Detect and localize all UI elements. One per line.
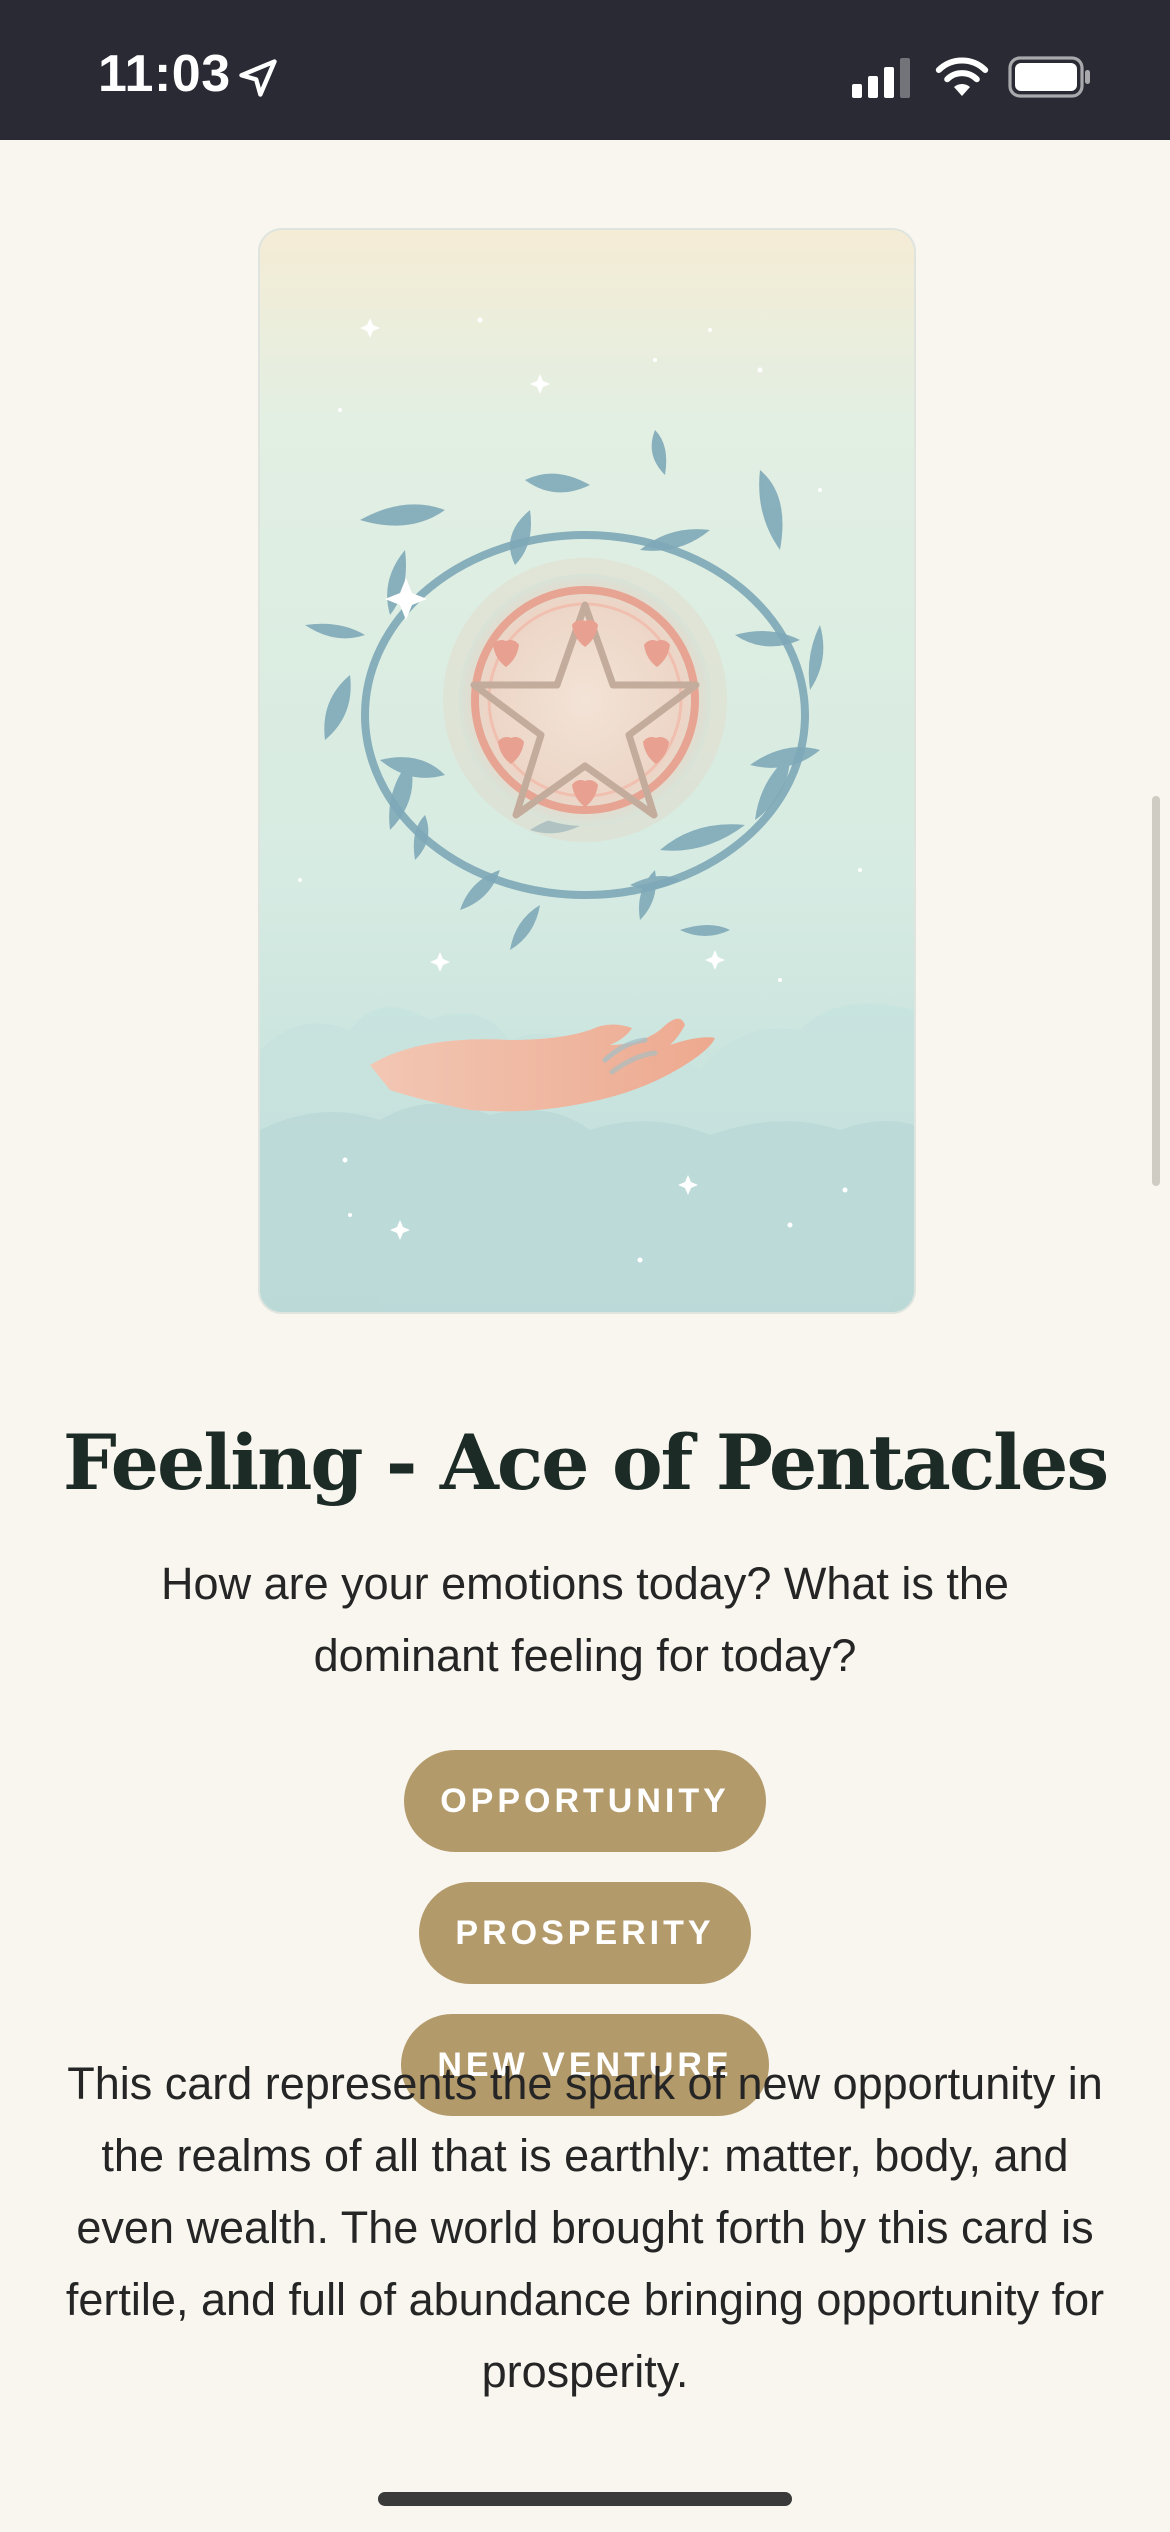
tarot-card-image bbox=[258, 228, 916, 1314]
status-time: 11:03 bbox=[98, 45, 231, 103]
battery-icon bbox=[1008, 56, 1090, 98]
card-description: This card represents the spark of new op… bbox=[65, 2058, 1105, 2397]
status-bar: 11:03 bbox=[0, 0, 1170, 140]
signal-icon bbox=[852, 58, 910, 98]
page-title: Feeling - Ace of Pentacles bbox=[62, 1418, 1109, 1507]
location-arrow-icon bbox=[239, 59, 277, 97]
card-illustration bbox=[260, 230, 914, 1312]
card-question: How are your emotions today? What is the… bbox=[161, 1558, 1009, 1681]
tag-prosperity[interactable]: PROSPERITY bbox=[419, 1882, 751, 1984]
pentacle-icon bbox=[443, 558, 727, 842]
scroll-indicator[interactable] bbox=[1152, 796, 1160, 1186]
wifi-icon bbox=[935, 57, 989, 96]
home-indicator[interactable] bbox=[378, 2492, 792, 2506]
tag-opportunity[interactable]: OPPORTUNITY bbox=[404, 1750, 766, 1852]
